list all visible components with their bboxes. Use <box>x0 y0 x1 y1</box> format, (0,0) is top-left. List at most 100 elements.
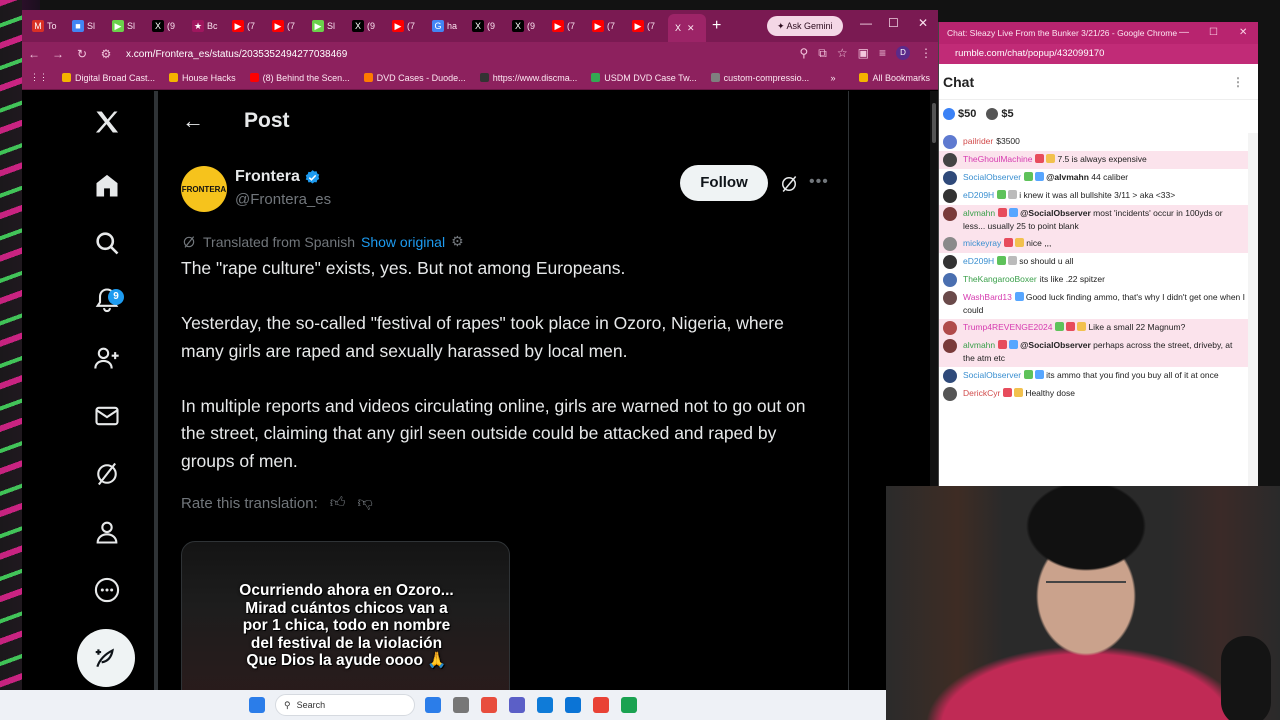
settings-gear-icon[interactable]: ⚙ <box>451 233 464 250</box>
scrollbar-thumb[interactable] <box>932 103 936 143</box>
follow-people-icon[interactable] <box>90 341 124 375</box>
chat-scrollbar[interactable] <box>1248 133 1258 486</box>
user-avatar[interactable] <box>943 273 957 287</box>
x-logo-icon[interactable] <box>90 105 124 139</box>
chat-username[interactable]: DerickCyr <box>963 388 1000 398</box>
chat-mention[interactable]: @alvmahn <box>1046 172 1089 182</box>
close-icon[interactable]: ✕ <box>687 23 695 34</box>
chat-username[interactable]: eD209H <box>963 256 994 266</box>
install-icon[interactable]: ⧉ <box>818 46 827 61</box>
chat-username[interactable]: TheGhoulMachine <box>963 154 1032 164</box>
maximize-icon[interactable]: ☐ <box>1209 22 1218 44</box>
site-info-icon[interactable]: ⚙ <box>94 47 118 61</box>
browser-tab[interactable]: ▶ (7 <box>388 14 428 38</box>
browser-tab[interactable]: X (9 <box>148 14 188 38</box>
media-icon[interactable]: ≡ <box>879 46 886 61</box>
user-avatar[interactable] <box>943 255 957 269</box>
user-avatar[interactable] <box>943 339 957 353</box>
chat-username[interactable]: TheKangarooBoxer <box>963 274 1037 284</box>
chat-username[interactable]: eD209H <box>963 190 994 200</box>
bookmark-item[interactable]: https://www.discma... <box>479 73 577 83</box>
search-icon[interactable] <box>90 226 124 260</box>
user-avatar[interactable] <box>943 189 957 203</box>
chat-username[interactable]: WashBard13 <box>963 292 1012 302</box>
user-avatar[interactable] <box>943 153 957 167</box>
chat-username[interactable]: alvmahn <box>963 340 995 350</box>
zoom-icon[interactable]: ⚲ <box>800 46 809 61</box>
forward-icon[interactable]: → <box>46 47 70 61</box>
chat-mention[interactable]: @SocialObserver <box>1020 340 1091 350</box>
taskbar-app-icon[interactable] <box>565 697 581 713</box>
maximize-icon[interactable]: ☐ <box>888 16 899 30</box>
user-avatar[interactable] <box>943 135 957 149</box>
browser-tab[interactable]: ▶ (7 <box>228 14 268 38</box>
compose-post-button[interactable] <box>77 629 135 687</box>
back-icon[interactable]: ← <box>22 47 46 61</box>
chat-username[interactable]: pailrider <box>963 136 993 146</box>
close-window-icon[interactable]: ✕ <box>918 16 928 30</box>
author-avatar[interactable]: FRONTERA <box>181 166 227 212</box>
bookmark-item[interactable]: DVD Cases - Duode... <box>363 73 466 83</box>
chat-username[interactable]: alvmahn <box>963 208 995 218</box>
chat-mention[interactable]: @SocialObserver <box>1020 208 1091 218</box>
all-bookmarks[interactable]: All Bookmarks <box>859 73 930 83</box>
rant-chip[interactable]: $50 <box>943 108 976 120</box>
more-icon[interactable]: ••• <box>809 173 829 191</box>
browser-tab[interactable]: ★ Bc <box>188 14 228 38</box>
home-icon[interactable] <box>90 169 124 203</box>
browser-tab[interactable]: M To <box>28 14 68 38</box>
profile-icon[interactable] <box>90 515 124 549</box>
user-avatar[interactable] <box>943 387 957 401</box>
browser-tab[interactable]: ▶ Sl <box>108 14 148 38</box>
menu-icon[interactable]: ⋮ <box>920 46 932 61</box>
taskbar-app-icon[interactable] <box>621 697 637 713</box>
tab-active-x[interactable]: X ✕ <box>668 14 706 42</box>
chat-username[interactable]: SocialObserver <box>963 172 1021 182</box>
browser-tab[interactable]: X (9 <box>348 14 388 38</box>
browser-tab[interactable]: Gha <box>428 14 468 38</box>
reading-icon[interactable]: ▣ <box>858 46 869 61</box>
author-name[interactable]: Frontera <box>235 168 321 186</box>
bookmark-item[interactable]: Digital Broad Cast... <box>62 73 155 83</box>
ask-gemini-button[interactable]: ✦ Ask Gemini <box>767 16 843 36</box>
grok-icon[interactable] <box>90 457 124 491</box>
windows-start-icon[interactable] <box>249 697 265 713</box>
taskbar-app-icon[interactable] <box>481 697 497 713</box>
taskbar-search[interactable]: ⚲ Search <box>275 694 415 716</box>
bookmark-star-icon[interactable]: ☆ <box>837 46 848 61</box>
reload-icon[interactable]: ↻ <box>70 47 94 61</box>
browser-tab[interactable]: ▶ Sl <box>308 14 348 38</box>
browser-tab[interactable]: X (9 <box>508 14 548 38</box>
thumbs-down-icon[interactable]: 👎︎ <box>357 494 372 512</box>
profile-avatar[interactable]: D <box>896 46 910 60</box>
new-tab-button[interactable]: + <box>712 17 721 35</box>
follow-button[interactable]: Follow <box>680 165 768 201</box>
messages-icon[interactable] <box>90 399 124 433</box>
url-field[interactable]: x.com/Frontera_es/status/203535249427703… <box>126 49 347 60</box>
user-avatar[interactable] <box>943 207 957 221</box>
bookmark-item[interactable]: House Hacks <box>169 73 236 83</box>
video-thumbnail[interactable]: Ocurriendo ahora en Ozoro... Mirad cuánt… <box>181 541 510 690</box>
bookmarks-overflow-icon[interactable]: » <box>830 73 835 83</box>
browser-tab[interactable]: X (9 <box>468 14 508 38</box>
browser-tab[interactable]: ■ Sl <box>68 14 108 38</box>
grok-icon[interactable] <box>779 174 799 194</box>
bookmark-item[interactable]: (8) Behind the Scen... <box>249 73 350 83</box>
user-avatar[interactable] <box>943 369 957 383</box>
taskbar-app-icon[interactable] <box>509 697 525 713</box>
bookmark-item[interactable]: USDM DVD Case Tw... <box>591 73 697 83</box>
taskbar-app-icon[interactable] <box>453 697 469 713</box>
more-options-icon[interactable] <box>90 573 124 607</box>
author-handle[interactable]: @Frontera_es <box>235 191 331 208</box>
browser-tab[interactable]: ▶ (7 <box>548 14 588 38</box>
user-avatar[interactable] <box>943 321 957 335</box>
show-original-link[interactable]: Show original <box>361 234 445 250</box>
chat-username[interactable]: SocialObserver <box>963 370 1021 380</box>
chat-username[interactable]: mickeyray <box>963 238 1001 248</box>
thumbs-up-icon[interactable]: 👍︎ <box>330 494 346 512</box>
chat-menu-icon[interactable]: ⋮ <box>1232 75 1244 89</box>
rant-chip[interactable]: $5 <box>986 108 1014 120</box>
taskbar-app-icon[interactable] <box>425 697 441 713</box>
browser-tab[interactable]: ▶ (7 <box>628 14 668 38</box>
bookmark-item[interactable]: custom-compressio... <box>710 73 809 83</box>
